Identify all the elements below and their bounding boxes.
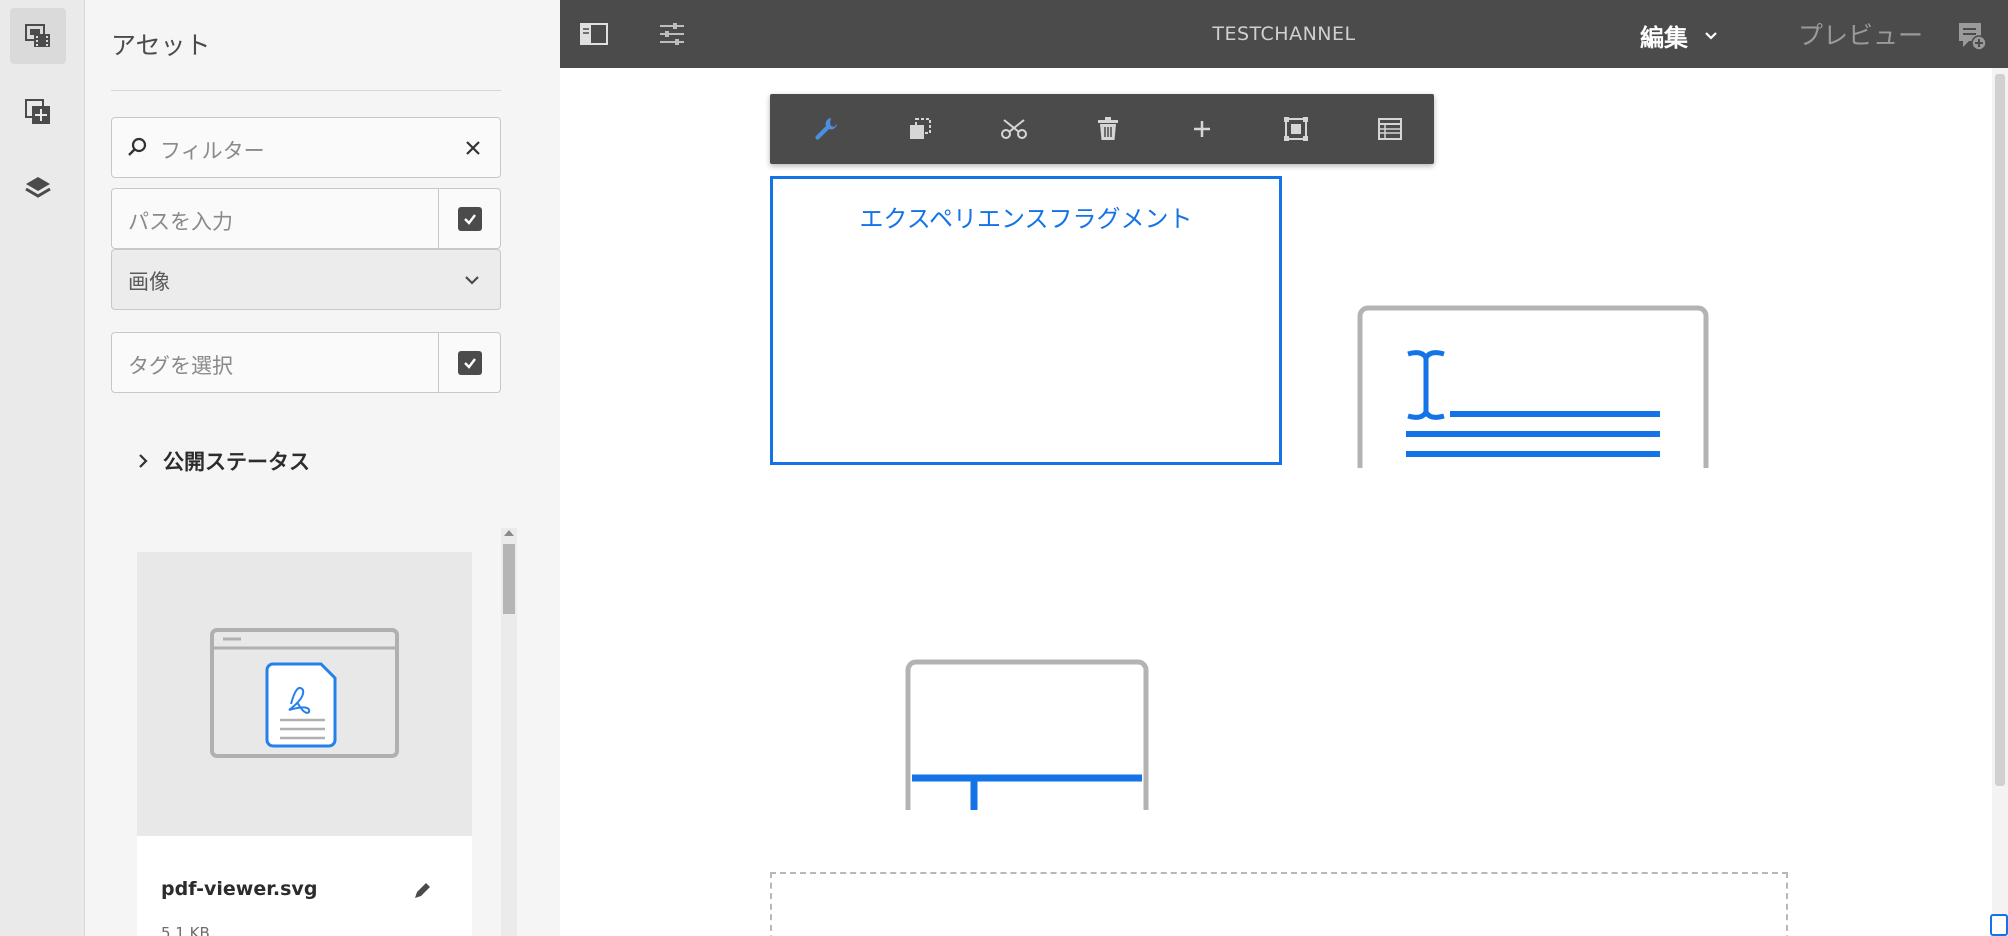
emulator-badge-icon[interactable] <box>1990 914 2008 936</box>
chevron-down-icon <box>1705 31 1717 40</box>
scroll-thumb[interactable] <box>1995 74 2005 786</box>
configure-button[interactable] <box>807 110 845 148</box>
group-icon <box>1284 117 1308 141</box>
mode-label: 編集 <box>1640 24 1688 52</box>
preview-button[interactable]: プレビュー <box>1798 16 1923 52</box>
layers-icon <box>25 177 51 198</box>
page-properties-icon[interactable] <box>656 18 688 50</box>
filter-input[interactable]: フィルター <box>160 135 265 165</box>
asset-type-value: 画像 <box>128 270 170 294</box>
scroll-up-arrow[interactable] <box>504 530 514 536</box>
assets-filmstrip-icon <box>25 24 50 47</box>
asset-name: pdf-viewer.svg <box>161 878 318 900</box>
add-component-icon <box>25 99 50 124</box>
checkbox-icon <box>457 206 482 231</box>
canvas-scrollbar[interactable] <box>1992 68 2008 936</box>
group-button[interactable] <box>1277 110 1315 148</box>
panel-title: アセット <box>111 31 211 60</box>
checkbox-icon <box>457 350 482 375</box>
edit-pencil-icon[interactable] <box>411 880 433 902</box>
path-browse-button[interactable] <box>438 189 500 248</box>
asset-list-scrollbar[interactable] <box>501 528 517 936</box>
annotate-icon[interactable] <box>1954 18 1988 52</box>
pdf-document-icon <box>210 628 399 758</box>
chevron-down-icon <box>465 276 479 285</box>
component-edit-toolbar <box>770 94 1434 164</box>
wrench-icon <box>815 118 837 140</box>
chevron-right-icon <box>139 454 148 468</box>
path-field[interactable]: パスを入力 <box>111 188 501 249</box>
cut-icon <box>1001 119 1027 139</box>
asset-thumbnail[interactable] <box>137 552 472 836</box>
tag-field[interactable]: タグを選択 <box>111 332 501 393</box>
components-tab-button[interactable] <box>10 84 66 140</box>
title-component-placeholder-icon[interactable] <box>904 658 1150 810</box>
publish-status-label: 公開ステータス <box>163 450 310 474</box>
publish-status-toggle[interactable]: 公開ステータス <box>135 446 310 476</box>
page-canvas[interactable]: エクスペリエンスフラグメント <box>560 68 1992 936</box>
insert-icon <box>1194 121 1210 137</box>
scroll-thumb[interactable] <box>503 544 515 614</box>
toggle-side-panel-icon[interactable] <box>578 18 610 50</box>
text-component-placeholder-icon[interactable] <box>1356 304 1710 468</box>
experience-fragment-label: エクスペリエンスフラグメント <box>859 205 1193 233</box>
filter-field[interactable]: フィルター <box>111 117 501 178</box>
editor-topbar: TESTCHANNEL 編集 プレビュー <box>560 0 2008 68</box>
copy-icon <box>910 118 931 139</box>
asset-size: 5.1 KB <box>161 924 210 936</box>
layout-button[interactable] <box>1371 110 1409 148</box>
copy-button[interactable] <box>901 110 939 148</box>
assets-tab-button[interactable] <box>10 8 66 64</box>
page-title: TESTCHANNEL <box>560 0 2008 68</box>
delete-button[interactable] <box>1089 110 1127 148</box>
experience-fragment-component[interactable]: エクスペリエンスフラグメント <box>770 176 1282 465</box>
side-rail <box>0 0 85 936</box>
delete-icon <box>1098 117 1118 140</box>
cut-button[interactable] <box>995 110 1033 148</box>
asset-card[interactable]: pdf-viewer.svg 5.1 KB <box>137 552 472 936</box>
clear-icon[interactable] <box>462 137 484 159</box>
insert-button[interactable] <box>1183 110 1221 148</box>
tag-select-button[interactable] <box>438 333 500 392</box>
mode-selector[interactable]: 編集 <box>1640 18 1720 53</box>
asset-panel: アセット フィルター パスを入力 画像 タグを選択 公開ステータス pdf-vi… <box>85 0 645 936</box>
drag-components-dropzone[interactable] <box>770 872 1788 936</box>
search-icon <box>128 137 147 156</box>
asset-type-select[interactable]: 画像 <box>111 249 501 310</box>
layout-icon <box>1378 118 1402 140</box>
path-input[interactable]: パスを入力 <box>128 206 233 236</box>
tag-input[interactable]: タグを選択 <box>128 350 233 380</box>
divider <box>111 90 501 91</box>
page-title-text: TESTCHANNEL <box>1212 23 1356 45</box>
content-tree-tab-button[interactable] <box>10 160 66 216</box>
